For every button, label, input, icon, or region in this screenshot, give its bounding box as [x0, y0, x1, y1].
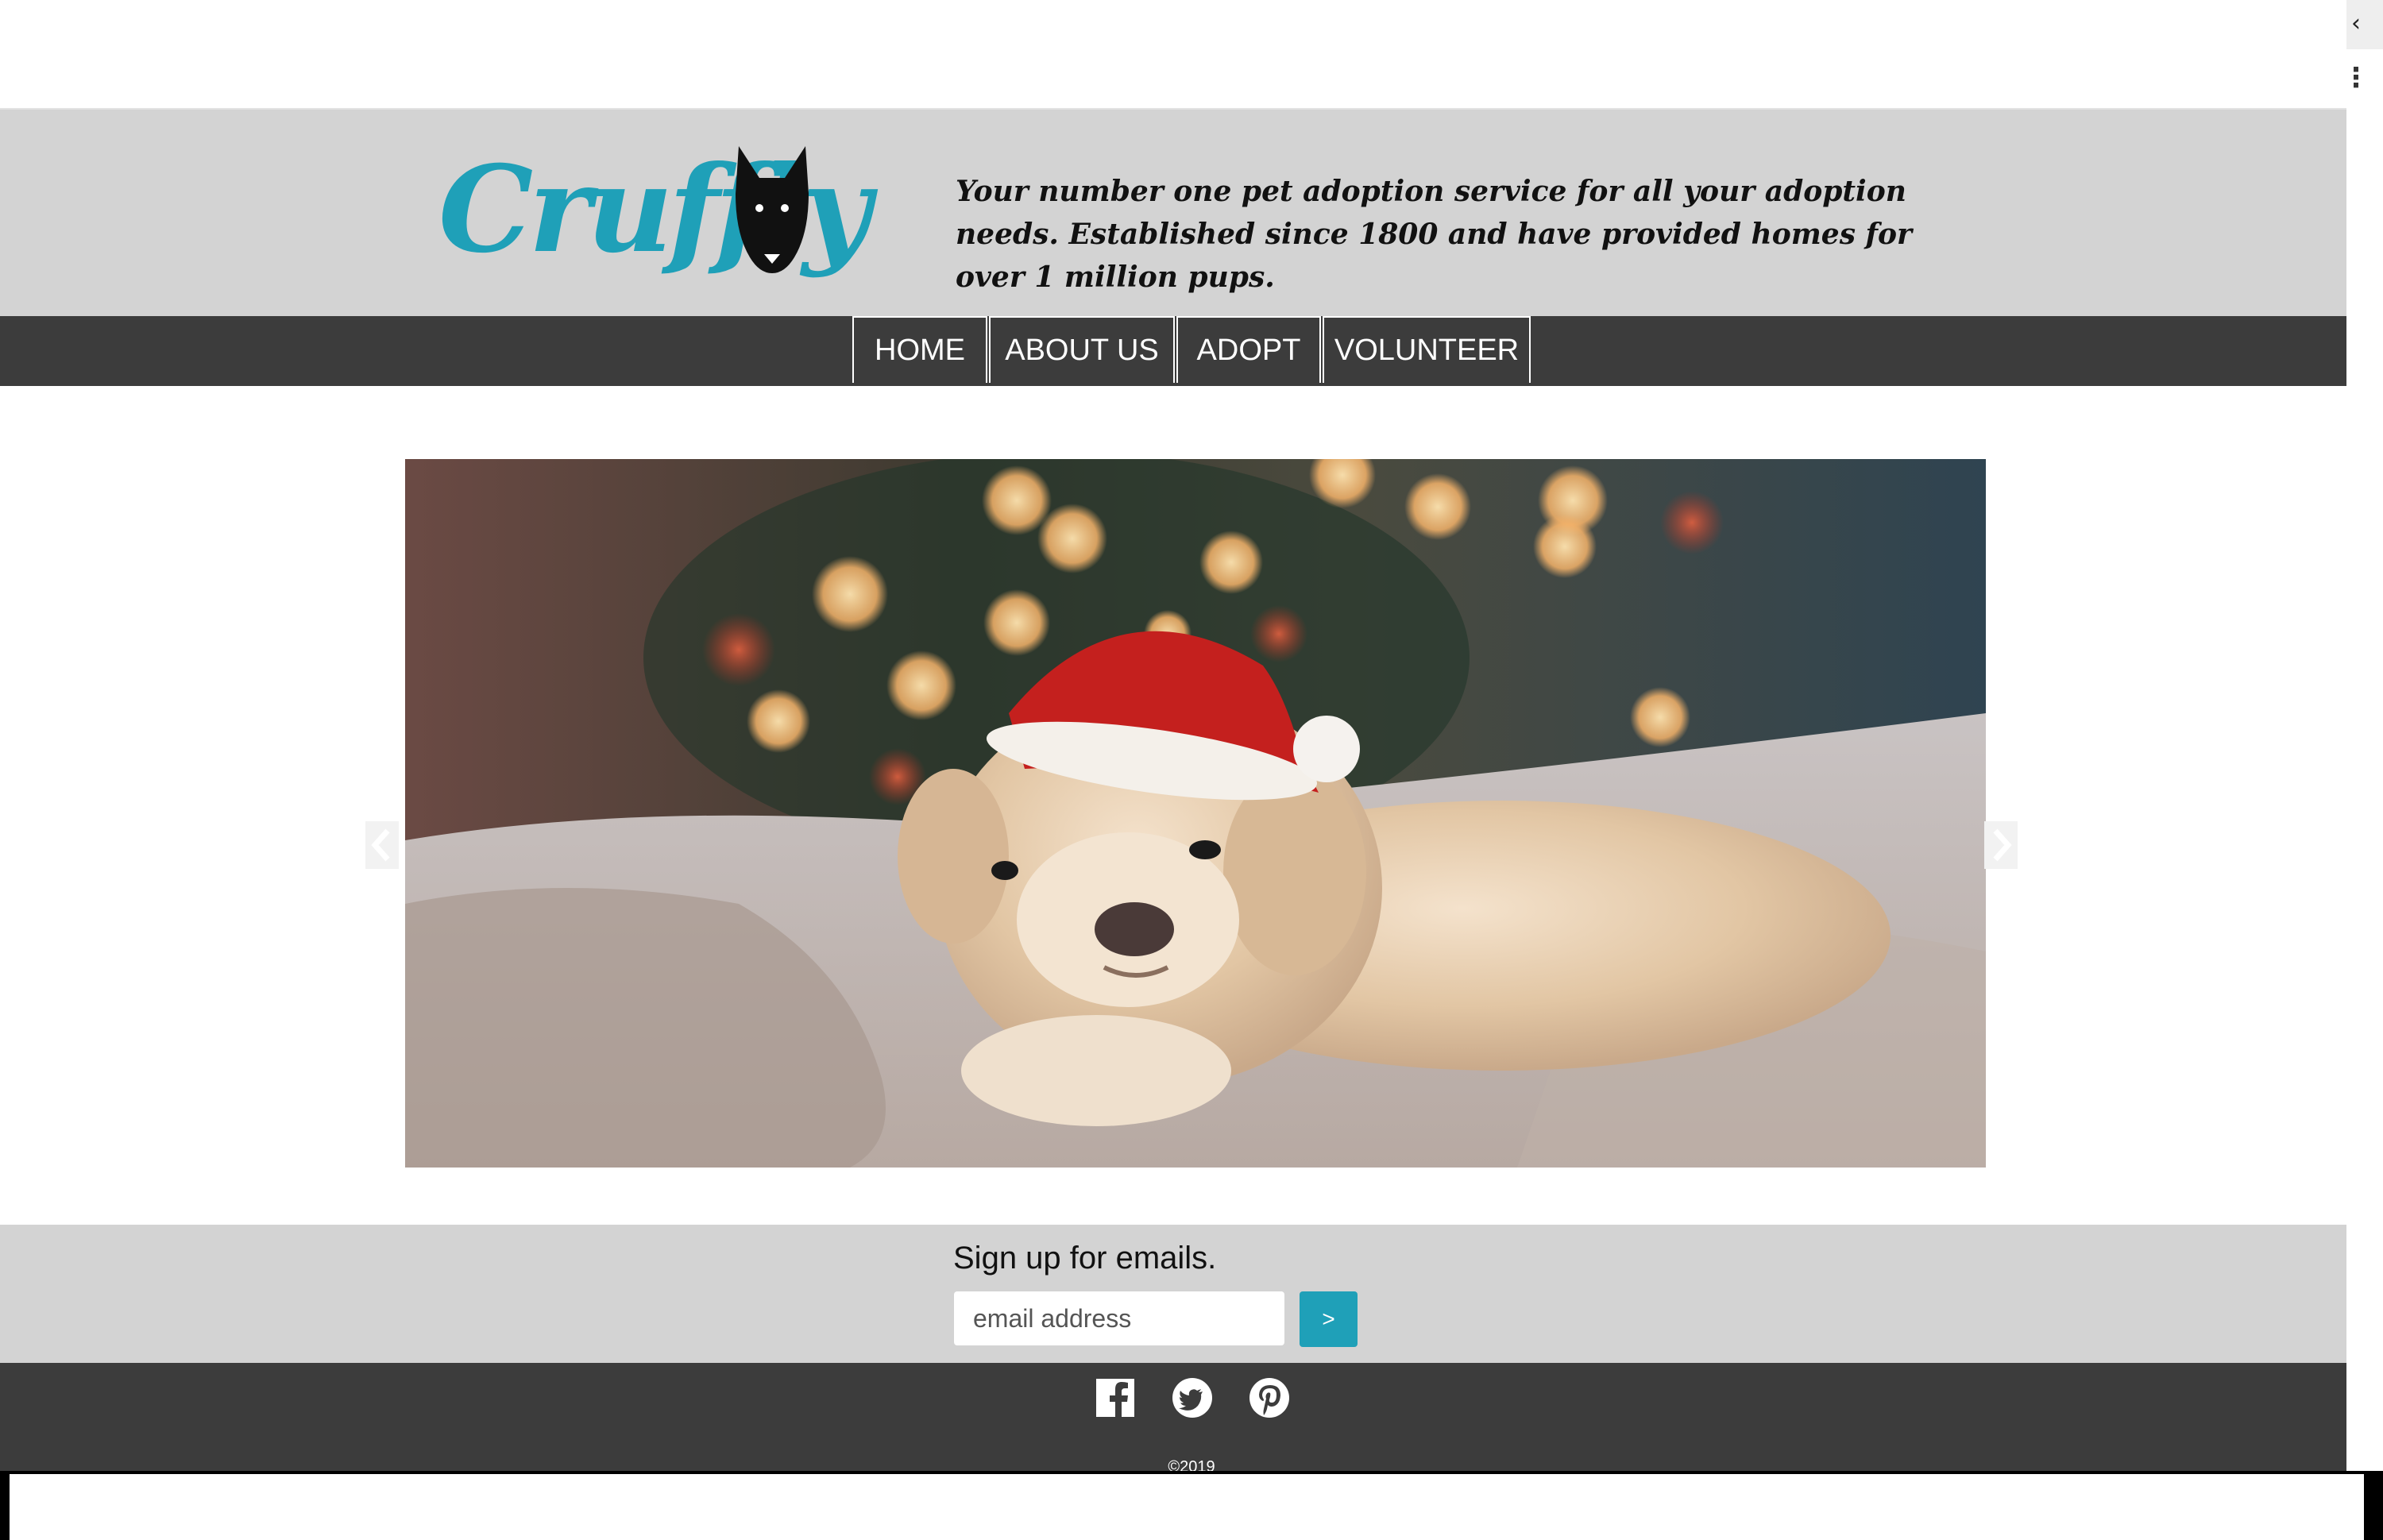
nav-adopt[interactable]: ADOPT [1176, 316, 1321, 383]
main-nav: HOME ABOUT US ADOPT VOLUNTEER [0, 316, 2346, 386]
nav-about-us[interactable]: ABOUT US [989, 316, 1175, 383]
dog-logo-icon [736, 146, 809, 273]
window-bottom-panel [10, 1474, 2364, 1540]
logo[interactable]: Cruffly [438, 138, 871, 289]
puppy-photo [405, 459, 1986, 1168]
hero-carousel-image [405, 459, 1986, 1168]
chevron-left-icon [371, 828, 390, 862]
social-links [1095, 1377, 1290, 1418]
carousel-next-button[interactable] [1984, 821, 2018, 869]
email-signup-section: Sign up for emails. > [0, 1225, 2346, 1363]
carousel-prev-button[interactable] [365, 821, 399, 869]
tagline: Your number one pet adoption service for… [956, 175, 1912, 294]
nav-volunteer[interactable]: VOLUNTEER [1323, 316, 1531, 383]
email-field[interactable] [954, 1291, 1284, 1345]
chevron-right-icon [1993, 828, 2012, 862]
site-header: Cruffly Your number one pet adoption ser… [0, 110, 2346, 316]
back-icon[interactable]: ‹ [2340, 8, 2372, 40]
nav-home[interactable]: HOME [852, 316, 987, 383]
more-options-icon[interactable]: ⋮ [2340, 62, 2372, 94]
browser-chrome [0, 0, 2346, 110]
twitter-icon[interactable] [1172, 1377, 1213, 1418]
signup-title: Sign up for emails. [953, 1241, 1217, 1276]
pinterest-icon[interactable] [1249, 1377, 1290, 1418]
email-submit-button[interactable]: > [1300, 1291, 1358, 1347]
facebook-icon[interactable] [1095, 1377, 1136, 1418]
